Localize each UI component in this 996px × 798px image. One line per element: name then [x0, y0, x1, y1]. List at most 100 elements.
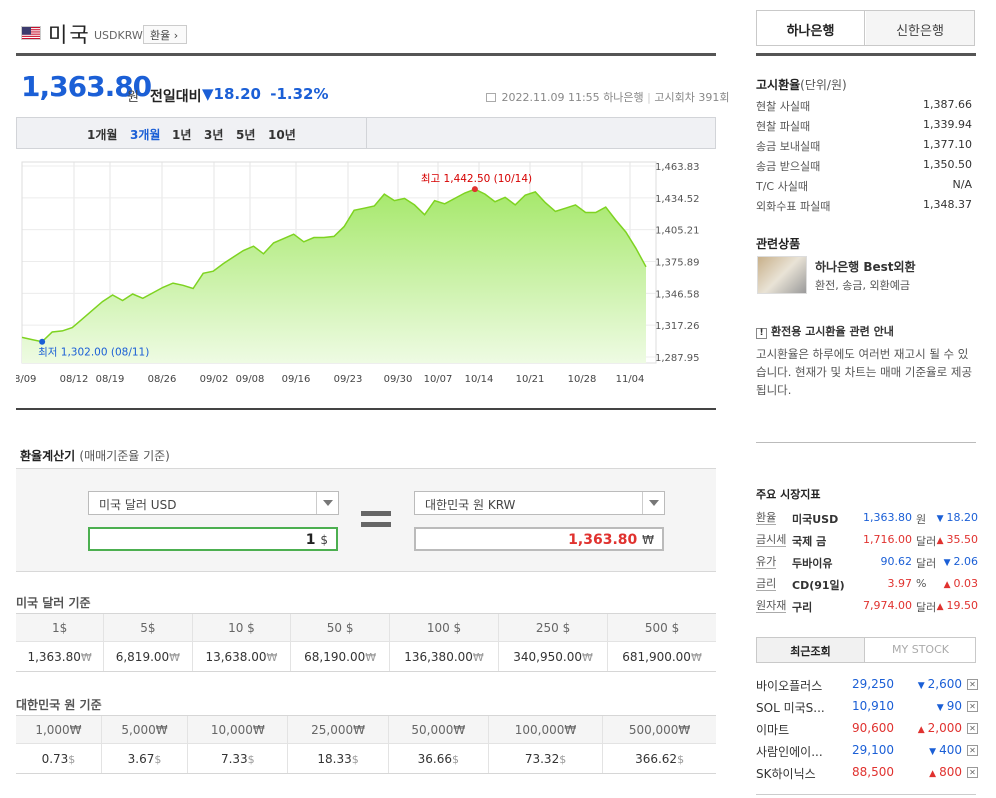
y-tick-label: 1,375.89: [655, 258, 700, 269]
sidebar-divider: [756, 794, 976, 795]
header-divider: [16, 53, 716, 56]
table-cell: 3.67$: [100, 743, 188, 774]
table-header-cell: 25,000₩: [287, 715, 389, 744]
market-row[interactable]: 원자재 구리 7,974.00 달러 ▲ 19.50: [756, 599, 978, 615]
stock-price: 29,250: [852, 677, 894, 691]
close-icon[interactable]: ✕: [967, 701, 978, 712]
chart-divider: [16, 408, 716, 410]
exchange-button[interactable]: 환율 ›: [143, 25, 188, 44]
down-arrow-icon: ▼: [936, 703, 944, 713]
cell-value: 13,638.00: [205, 649, 267, 664]
stock-name[interactable]: 바이오플러스: [756, 677, 836, 694]
change-value: 2.06: [953, 555, 979, 568]
close-icon[interactable]: ✕: [967, 745, 978, 756]
recent-item[interactable]: 이마트 90,600 ▲ 2,000 ✕: [756, 721, 978, 739]
cell-value: 6,819.00: [115, 649, 170, 664]
info-text: 고시환율은 하루에도 여러번 재고시 될 수 있습니다. 현재가 및 차트는 매…: [756, 347, 973, 397]
cell-unit: ₩: [690, 650, 702, 664]
product-thumbnail[interactable]: [757, 256, 807, 294]
to-amount-input[interactable]: 1,363.80 ₩: [414, 527, 664, 551]
market-change: ▲ 19.50: [937, 599, 978, 612]
market-row[interactable]: 금리 CD(91일) 3.97% ▲ 0.03: [756, 577, 978, 593]
market-name[interactable]: 미국USD: [792, 511, 838, 527]
tab-5-years[interactable]: 5년: [236, 126, 255, 143]
us-flag-icon: [21, 26, 41, 40]
info-title: ! 환전용 고시환율 관련 안내: [756, 323, 894, 339]
tab-recent[interactable]: 최근조회: [757, 638, 865, 662]
cell-unit: $: [68, 752, 76, 766]
market-row[interactable]: 금시세 국제 금 1,716.00 달러 ▲ 35.50: [756, 533, 978, 549]
from-currency-label: 미국 달러 USD: [99, 498, 177, 512]
market-row[interactable]: 환율 미국USD 1,363.80 원 ▼ 18.20: [756, 511, 978, 527]
tab-shinhan-bank[interactable]: 신한은행: [866, 11, 974, 45]
market-category[interactable]: 원자재: [756, 599, 787, 613]
tab-my-stock[interactable]: MY STOCK: [866, 638, 975, 662]
min-point: [39, 338, 46, 345]
y-tick-label: 1,463.83: [655, 162, 700, 173]
down-arrow-icon: ▼: [929, 747, 937, 757]
tab-3-months[interactable]: 3개월: [130, 126, 160, 143]
notice-rate-row: 외화수표 파실때 1,348.37: [756, 198, 972, 214]
tab-hana-bank[interactable]: 하나은행: [757, 11, 865, 45]
stock-change: ▲ 2,000: [918, 721, 962, 735]
stock-name[interactable]: 이마트: [756, 721, 836, 738]
market-name[interactable]: CD(91일): [792, 577, 845, 593]
max-point: [471, 186, 478, 193]
market-name[interactable]: 국제 금: [792, 533, 826, 549]
table-cell: 6,819.00₩: [103, 641, 193, 672]
stock-name[interactable]: SOL 미국S...: [756, 699, 836, 716]
cell-unit: ₩: [266, 650, 278, 664]
period-divider: [366, 117, 367, 149]
market-row[interactable]: 유가 두바이유 90.62 달러 ▼ 2.06: [756, 555, 978, 571]
market-category[interactable]: 금리: [756, 577, 777, 591]
market-change: ▲ 0.03: [944, 577, 978, 590]
market-name[interactable]: 구리: [792, 599, 812, 615]
calculator-title-text: 환율계산기: [20, 449, 76, 463]
market-change: ▼ 18.20: [937, 511, 978, 524]
market-category[interactable]: 금시세: [756, 533, 787, 547]
notice-rate-value: N/A: [952, 178, 972, 191]
tab-3-years[interactable]: 3년: [204, 126, 223, 143]
down-arrow-icon: ▼: [202, 85, 214, 103]
market-value: 1,716.00: [863, 533, 912, 546]
country-name: 미국: [48, 23, 91, 47]
recent-item[interactable]: SK하이닉스 88,500 ▲ 800 ✕: [756, 765, 978, 783]
cell-unit: $: [351, 752, 359, 766]
to-currency-select[interactable]: 대한민국 원 KRW: [414, 491, 665, 515]
tab-10-years[interactable]: 10년: [268, 126, 296, 143]
close-icon[interactable]: ✕: [967, 723, 978, 734]
table-header-cell: 5,000₩: [100, 715, 188, 744]
market-value: 1,363.80: [863, 511, 912, 524]
recent-item[interactable]: 사람인에이... 29,100 ▼ 400 ✕: [756, 743, 978, 761]
from-currency-select[interactable]: 미국 달러 USD: [88, 491, 339, 515]
x-tick-label: 11/04: [616, 374, 645, 385]
up-arrow-icon: ▲: [943, 580, 951, 590]
notice-rate-value: 1,377.10: [923, 138, 972, 151]
market-name[interactable]: 두바이유: [792, 555, 832, 571]
stock-name[interactable]: SK하이닉스: [756, 765, 836, 782]
recent-item[interactable]: 바이오플러스 29,250 ▼ 2,600 ✕: [756, 677, 978, 695]
y-tick-label: 1,346.58: [655, 289, 700, 300]
market-category[interactable]: 환율: [756, 511, 777, 525]
from-amount-input[interactable]: 1 $: [88, 527, 338, 551]
stock-name[interactable]: 사람인에이...: [756, 743, 836, 760]
y-tick-label: 1,317.26: [655, 321, 700, 332]
close-icon[interactable]: ✕: [967, 767, 978, 778]
table-header-cell: 50,000₩: [387, 715, 489, 744]
close-icon[interactable]: ✕: [967, 679, 978, 690]
calculator-title: 환율계산기 (매매기준율 기준): [20, 447, 170, 464]
market-category[interactable]: 유가: [756, 555, 777, 569]
table-cell: 73.32$: [487, 743, 603, 774]
tab-1-year[interactable]: 1년: [172, 126, 191, 143]
x-tick-label: 09/16: [282, 374, 311, 385]
product-name-link[interactable]: 하나은행 Best외환: [815, 258, 916, 275]
recent-item[interactable]: SOL 미국S... 10,910 ▼ 90 ✕: [756, 699, 978, 717]
rate-change: ▼18.20 -1.32%: [202, 85, 329, 103]
y-tick-label: 1,434.52: [655, 194, 700, 205]
timestamp: 2022.11.09 11:55: [501, 91, 600, 104]
tab-1-month[interactable]: 1개월: [87, 126, 117, 143]
rate-chart[interactable]: 1,463.83 1,434.52 1,405.21 1,375.89 1,346.58…: [8, 149, 716, 389]
notice-rate-title: 고시환율(단위/원): [756, 76, 847, 93]
cell-value: 1,363.80: [27, 649, 81, 664]
chevron-down-icon: [642, 492, 664, 514]
